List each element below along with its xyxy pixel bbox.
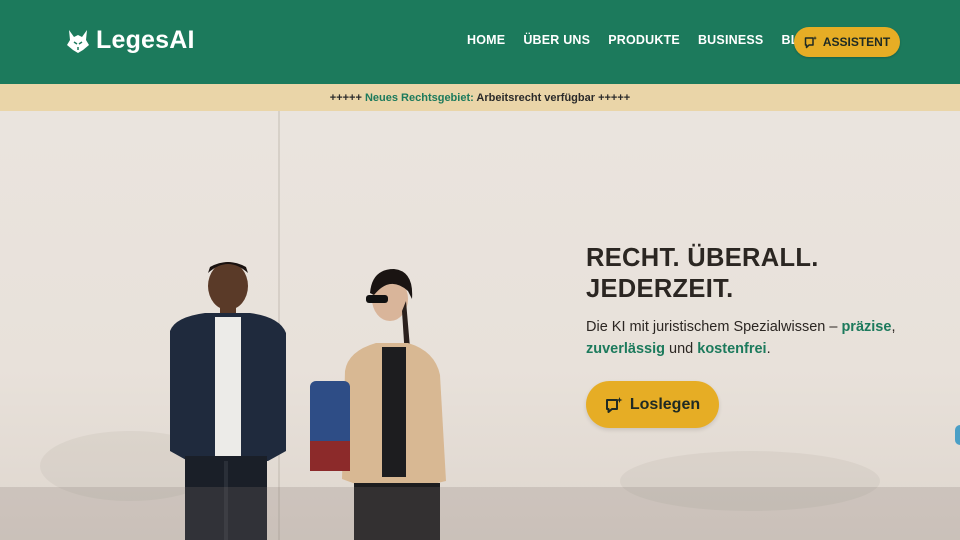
hero-section: RECHT. ÜBERALL. JEDERZEIT. Die KI mit ju… <box>0 111 960 540</box>
hero-headline-line1: RECHT. ÜBERALL. <box>586 244 819 272</box>
hero-headline: RECHT. ÜBERALL. JEDERZEIT. <box>586 243 819 305</box>
announcement-text: Arbeitsrecht verfügbar +++++ <box>473 91 631 104</box>
nav-produkte[interactable]: PRODUKTE <box>608 33 680 47</box>
loslegen-button[interactable]: Loslegen <box>586 381 719 428</box>
announcement-prefix: +++++ <box>329 91 365 104</box>
loslegen-button-label: Loslegen <box>629 395 701 413</box>
chat-sparkle-icon <box>804 36 817 49</box>
assistant-button-label: ASSISTENT <box>822 35 891 49</box>
hero-sub-part4: . <box>766 341 771 357</box>
hero-sub-kostenfrei: kostenfrei <box>697 341 767 357</box>
brand-name: LegesAI <box>96 26 195 54</box>
hero-sub-part3: und <box>665 341 698 357</box>
brand-logo[interactable]: LegesAI <box>66 26 195 55</box>
hero-sub-part2: , <box>891 319 896 335</box>
main-nav: HOME ÜBER UNS PRODUKTE BUSINESS BLOG <box>467 33 818 47</box>
lynx-head-icon <box>67 29 89 53</box>
chat-sparkle-icon <box>605 396 623 413</box>
nav-business[interactable]: BUSINESS <box>698 33 764 47</box>
hero-sub-part1: Die KI mit juristischem Spezialwissen – <box>586 319 842 335</box>
assistant-button[interactable]: ASSISTENT <box>794 27 900 57</box>
announcement-highlight: Neues Rechtsgebiet: <box>364 91 474 104</box>
hero-sub-praezise: präzise <box>841 319 892 335</box>
hero-subline: Die KI mit juristischem Spezialwissen – … <box>586 316 926 360</box>
hero-sub-zuverlaessig: zuverlässig <box>586 341 665 357</box>
announcement-bar: +++++ Neues Rechtsgebiet: Arbeitsrecht v… <box>0 84 960 111</box>
site-header: LegesAI HOME ÜBER UNS PRODUKTE BUSINESS … <box>0 0 960 84</box>
nav-home[interactable]: HOME <box>467 33 505 47</box>
chat-widget-edge[interactable] <box>955 425 960 445</box>
nav-ueber-uns[interactable]: ÜBER UNS <box>523 33 590 47</box>
consent-bar-overlay <box>0 487 960 540</box>
hero-headline-line2: JEDERZEIT. <box>586 275 734 303</box>
